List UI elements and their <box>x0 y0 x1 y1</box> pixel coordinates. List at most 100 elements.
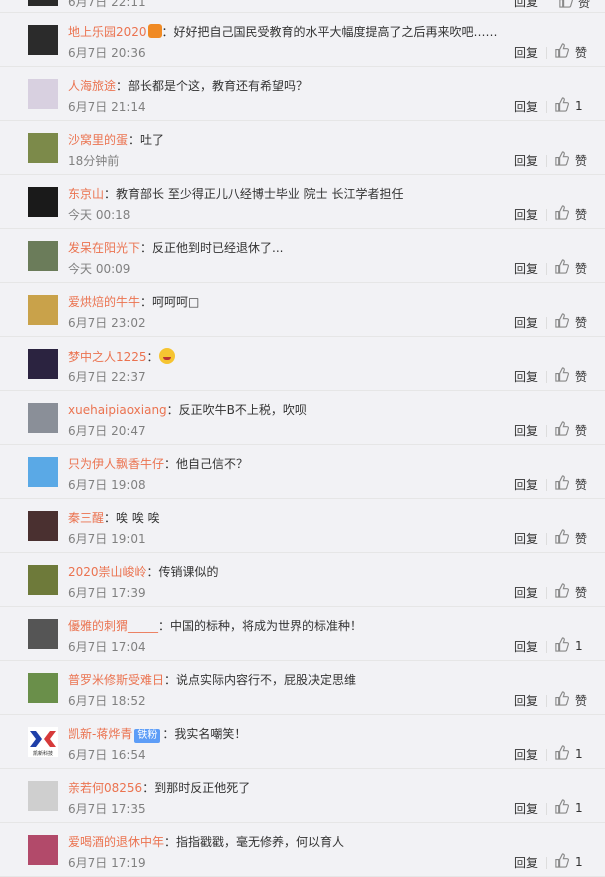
like-button[interactable]: 赞 <box>554 583 587 601</box>
username-link[interactable]: 人海旅途 <box>68 79 116 93</box>
reply-button[interactable]: 回复 <box>514 153 538 169</box>
reply-button[interactable]: 回复 <box>514 423 538 439</box>
avatar[interactable] <box>28 457 58 487</box>
username-link[interactable]: 普罗米修斯受难日 <box>68 673 164 687</box>
user-badge-icon <box>147 24 162 38</box>
avatar[interactable] <box>28 25 58 55</box>
comment-time: 6月7日 17:39 <box>68 586 146 600</box>
logo-text: 凯新科技 <box>33 750 53 757</box>
avatar[interactable] <box>28 349 58 379</box>
action-divider <box>546 803 547 815</box>
reply-button[interactable]: 回复 <box>514 531 538 547</box>
reply-button[interactable]: 回复 <box>514 207 538 223</box>
username-link[interactable]: 秦三醒 <box>68 511 104 525</box>
like-button[interactable]: 赞 <box>554 475 587 493</box>
avatar[interactable] <box>28 511 58 541</box>
thumbs-up-icon <box>554 259 569 277</box>
thumbs-up-icon <box>554 151 569 169</box>
username-link[interactable]: 爱喝酒的退休中年 <box>68 835 164 849</box>
username-link[interactable]: 地上乐园2020 <box>68 25 147 39</box>
comment-text: ： <box>146 350 159 364</box>
comment-text: ：反正吹牛B不上税，吹呗 <box>166 403 307 417</box>
like-count: 赞 <box>575 261 588 276</box>
avatar[interactable]: 凯新科技 <box>28 727 58 757</box>
like-button[interactable]: 1 <box>554 637 583 655</box>
like-button[interactable]: 赞 <box>554 691 587 709</box>
avatar[interactable] <box>28 295 58 325</box>
reply-button[interactable]: 回复 <box>514 369 538 385</box>
avatar[interactable] <box>28 673 58 703</box>
username-link[interactable]: 爱烘焙的牛牛 <box>68 295 140 309</box>
reply-button[interactable]: 回复 <box>514 747 538 763</box>
like-button[interactable]: 赞 <box>554 313 587 331</box>
thumbs-up-icon <box>554 43 569 61</box>
like-button[interactable]: 赞 <box>554 151 587 169</box>
comment-text-line: 梦中之人1225： <box>68 348 175 365</box>
avatar[interactable] <box>28 187 58 217</box>
reply-button[interactable]: 回复 <box>514 0 538 10</box>
avatar[interactable] <box>28 0 58 6</box>
like-button[interactable]: 1 <box>554 97 583 115</box>
like-button[interactable]: 1 <box>554 799 583 817</box>
like-button[interactable]: 赞 <box>554 259 587 277</box>
avatar[interactable] <box>28 781 58 811</box>
like-button[interactable]: 1 <box>554 745 583 763</box>
like-count: 1 <box>575 639 583 653</box>
comment-time: 6月7日 17:04 <box>68 640 146 654</box>
thumbs-up-icon <box>554 313 569 331</box>
username-link[interactable]: 沙窝里的蛋 <box>68 133 128 147</box>
reply-button[interactable]: 回复 <box>514 855 538 871</box>
username-link[interactable]: 只为伊人飘香牛仔 <box>68 457 164 471</box>
reply-button[interactable]: 回复 <box>514 801 538 817</box>
thumbs-up-icon <box>554 583 569 601</box>
username-link[interactable]: xuehaipiaoxiang <box>68 403 167 417</box>
comment-text: ：到那时反正他死了 <box>142 781 251 795</box>
reply-button[interactable]: 回复 <box>514 315 538 331</box>
comment-text-line: 亲若何08256：到那时反正他死了 <box>68 780 250 796</box>
avatar[interactable] <box>28 835 58 865</box>
comment-text: ：呵呵呵□ <box>140 295 200 309</box>
comment-text-line: 沙窝里的蛋：吐了 <box>68 132 164 148</box>
comment-time: 今天 00:09 <box>68 262 131 276</box>
username-link[interactable]: 梦中之人1225 <box>68 350 147 364</box>
comment-item: 东京山：教育部长 至少得正儿八经博士毕业 院士 长江学者担任 今天 00:18 回复… <box>0 175 605 229</box>
reply-button[interactable]: 回复 <box>514 261 538 277</box>
like-button[interactable]: 赞 <box>554 529 587 547</box>
avatar[interactable] <box>28 619 58 649</box>
username-link[interactable]: 2020崇山峻岭 <box>68 565 147 579</box>
comment-time: 6月7日 22:11 <box>68 0 146 9</box>
emoji-icon <box>158 348 175 364</box>
like-button[interactable]: 赞 <box>554 43 587 61</box>
avatar[interactable] <box>28 403 58 433</box>
comment-item: 发呆在阳光下：反正他到时已经退休了... 今天 00:09 回复 赞 <box>0 229 605 283</box>
username-link[interactable]: 優雅的刺猬_____ <box>68 619 158 633</box>
username-link[interactable]: 发呆在阳光下 <box>68 241 140 255</box>
thumbs-up-icon <box>554 853 569 871</box>
reply-button[interactable]: 回复 <box>514 639 538 655</box>
username-link[interactable]: 东京山 <box>68 187 104 201</box>
thumbs-up-icon <box>554 205 569 223</box>
reply-button[interactable]: 回复 <box>514 45 538 61</box>
like-button[interactable]: 1 <box>554 853 583 871</box>
reply-button[interactable]: 回复 <box>514 477 538 493</box>
avatar[interactable] <box>28 79 58 109</box>
like-button[interactable]: 赞 <box>554 421 587 439</box>
username-link[interactable]: 凯新-蒋烨青 <box>68 727 132 741</box>
thumbs-up-icon[interactable] <box>558 0 573 11</box>
like-count: 赞 <box>575 153 588 168</box>
avatar[interactable] <box>28 241 58 271</box>
like-count[interactable]: 赞 <box>578 0 590 11</box>
comment-list: 6月7日 22:11 回复 赞 地上乐园2020 ：好好把自己国民受教育的水平大幅… <box>0 0 605 877</box>
avatar[interactable] <box>28 133 58 163</box>
comment-time: 18分钟前 <box>68 154 120 168</box>
like-button[interactable]: 赞 <box>554 367 587 385</box>
username-link[interactable]: 亲若何08256 <box>68 781 142 795</box>
comment-item: 梦中之人1225： 6月7日 22:37 回复赞 <box>0 337 605 391</box>
reply-button[interactable]: 回复 <box>514 693 538 709</box>
comment-item: 普罗米修斯受难日：说点实际内容行不，屁股决定思维 6月7日 18:52 回复 赞 <box>0 661 605 715</box>
reply-button[interactable]: 回复 <box>514 99 538 115</box>
reply-button[interactable]: 回复 <box>514 585 538 601</box>
avatar[interactable] <box>28 565 58 595</box>
like-button[interactable]: 赞 <box>554 205 587 223</box>
like-count: 赞 <box>575 693 588 708</box>
